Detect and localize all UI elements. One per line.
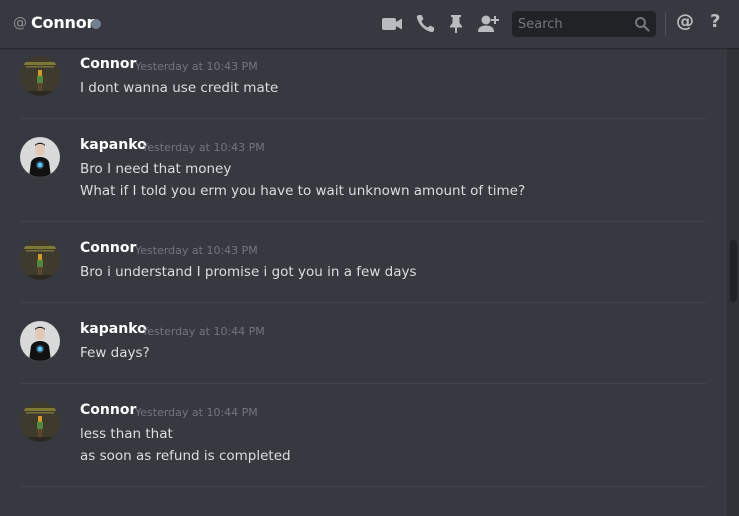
channel-header: @ Connor @ ?	[0, 0, 739, 48]
connor-avatar[interactable]	[20, 402, 60, 442]
message-divider	[20, 221, 706, 222]
message-text: What if I told you erm you have to wait …	[80, 183, 526, 199]
message-author[interactable]: Connor	[80, 240, 136, 256]
add-user-icon[interactable]	[477, 13, 499, 35]
at-icon: @	[13, 15, 27, 31]
message-list[interactable]: Connor Yesterday at 10:43 PM I dont wann…	[0, 48, 727, 516]
search-icon[interactable]	[634, 16, 650, 32]
message-author[interactable]: kapanko	[80, 137, 147, 153]
message-text: as soon as refund is completed	[80, 448, 291, 464]
dm-title[interactable]: Connor	[31, 13, 94, 32]
kapanko-avatar[interactable]	[20, 137, 60, 177]
search-input[interactable]	[512, 11, 630, 37]
pin-icon[interactable]	[445, 13, 467, 35]
message-text: I dont wanna use credit mate	[80, 80, 279, 96]
search-box[interactable]	[512, 11, 656, 37]
message-text: Bro i understand I promise i got you in …	[80, 264, 417, 280]
message-divider	[20, 486, 706, 487]
message-timestamp: Yesterday at 10:44 PM	[135, 406, 258, 419]
help-icon[interactable]: ?	[710, 11, 720, 32]
scrollbar-thumb[interactable]	[730, 240, 737, 302]
message-text: Bro I need that money	[80, 161, 232, 177]
kapanko-avatar[interactable]	[20, 321, 60, 361]
message-divider	[20, 383, 706, 384]
message-text: Few days?	[80, 345, 150, 361]
phone-icon[interactable]	[414, 13, 436, 35]
message-timestamp: Yesterday at 10:43 PM	[135, 60, 258, 73]
message-author[interactable]: Connor	[80, 402, 136, 418]
video-camera-icon[interactable]	[381, 13, 403, 35]
connor-avatar[interactable]	[20, 56, 60, 96]
message-author[interactable]: Connor	[80, 56, 136, 72]
message-divider	[20, 118, 706, 119]
status-offline-icon	[91, 19, 101, 29]
message-timestamp: Yesterday at 10:43 PM	[142, 141, 265, 154]
header-divider	[665, 12, 666, 36]
message-divider	[20, 302, 706, 303]
message-text: less than that	[80, 426, 173, 442]
message-timestamp: Yesterday at 10:44 PM	[142, 325, 265, 338]
message-author[interactable]: kapanko	[80, 321, 147, 337]
mention-icon[interactable]: @	[676, 11, 694, 32]
connor-avatar[interactable]	[20, 240, 60, 280]
message-timestamp: Yesterday at 10:43 PM	[135, 244, 258, 257]
